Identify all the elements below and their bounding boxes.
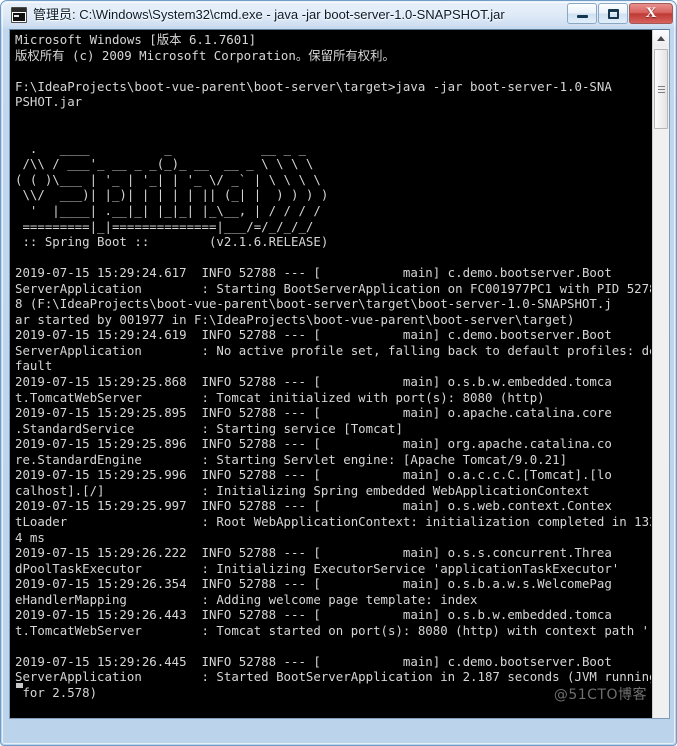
maximize-icon bbox=[599, 4, 627, 23]
maximize-button[interactable] bbox=[598, 3, 628, 24]
vertical-scrollbar[interactable] bbox=[652, 30, 669, 718]
scrollbar-thumb[interactable] bbox=[654, 49, 668, 129]
console-window: 管理员: C:\Windows\System32\cmd.exe - java … bbox=[0, 0, 677, 746]
console-client-area[interactable]: Microsoft Windows [版本 6.1.7601] 版权所有 (c)… bbox=[9, 29, 670, 719]
cmd-console-icon bbox=[11, 7, 27, 23]
window-title: 管理员: C:\Windows\System32\cmd.exe - java … bbox=[33, 7, 505, 22]
watermark: @51CTO博客 bbox=[553, 687, 647, 703]
minimize-button[interactable] bbox=[567, 3, 597, 24]
window-bottom-frame bbox=[1, 719, 677, 745]
close-button[interactable]: X bbox=[629, 3, 673, 24]
close-icon: X bbox=[645, 5, 657, 21]
scroll-up-button[interactable] bbox=[653, 30, 669, 47]
chevron-up-icon bbox=[657, 36, 665, 41]
scrollbar-grip-icon bbox=[658, 86, 665, 93]
minimize-icon bbox=[568, 4, 596, 23]
title-bar[interactable]: 管理员: C:\Windows\System32\cmd.exe - java … bbox=[1, 1, 677, 29]
console-cursor bbox=[16, 683, 23, 688]
console-output: Microsoft Windows [版本 6.1.7601] 版权所有 (c)… bbox=[15, 32, 651, 700]
